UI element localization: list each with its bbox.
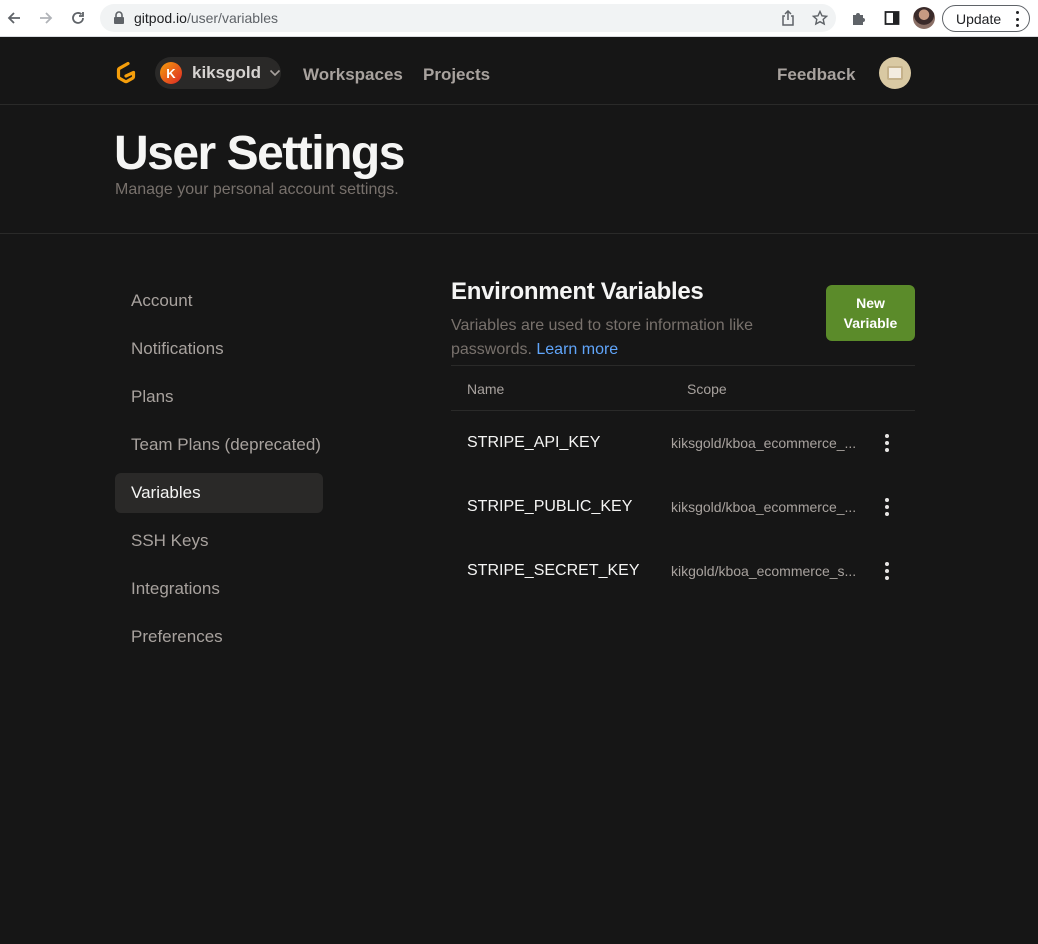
sidebar-item-preferences[interactable]: Preferences [115,617,323,657]
browser-profile-avatar[interactable] [913,7,935,29]
url-text: gitpod.io/user/variables [134,10,278,26]
nav-projects[interactable]: Projects [423,65,490,85]
variable-name: STRIPE_PUBLIC_KEY [467,498,633,515]
new-variable-label-line1: New [856,295,885,311]
page-header: User Settings Manage your personal accou… [0,106,1038,234]
page-title: User Settings [114,127,405,180]
variable-scope: kiksgold/kboa_ecommerce_... [671,499,857,515]
learn-more-link[interactable]: Learn more [536,341,618,358]
variable-name: STRIPE_SECRET_KEY [467,562,640,579]
reload-icon[interactable] [66,6,90,30]
sidebar-item-ssh-keys[interactable]: SSH Keys [115,521,323,561]
table-row: STRIPE_PUBLIC_KEY kiksgold/kboa_ecommerc… [451,475,915,539]
nav-workspaces[interactable]: Workspaces [303,65,403,85]
org-name: kiksgold [192,63,261,82]
settings-sidebar: Account Notifications Plans Team Plans (… [115,281,323,665]
forward-arrow-icon[interactable] [34,6,58,30]
column-header-scope: Scope [687,381,727,397]
table-row: STRIPE_SECRET_KEY kikgold/kboa_ecommerce… [451,539,915,603]
sidebar-item-account[interactable]: Account [115,281,323,321]
browser-toolbar: gitpod.io/user/variables Update [0,0,1038,37]
variables-section: Environment Variables Variables are used… [451,278,915,580]
lock-icon[interactable] [110,9,128,27]
update-label: Update [956,10,1002,27]
nav-feedback[interactable]: Feedback [777,65,855,85]
kebab-menu-icon[interactable] [883,431,891,455]
sidebar-item-integrations[interactable]: Integrations [115,569,323,609]
address-bar[interactable]: gitpod.io/user/variables [100,4,836,32]
sidebar-item-notifications[interactable]: Notifications [115,329,323,369]
variable-scope: kikgold/kboa_ecommerce_s... [671,563,857,579]
kebab-menu-icon[interactable] [883,495,891,519]
star-icon[interactable] [811,9,829,27]
section-description: Variables are used to store information … [451,314,781,362]
sidebar-item-plans[interactable]: Plans [115,377,323,417]
browser-menu-icon [1015,11,1019,27]
back-arrow-icon[interactable] [2,6,26,30]
sidepanel-icon[interactable] [881,7,903,29]
org-switcher[interactable]: K kiksgold [155,57,281,89]
share-icon[interactable] [779,9,797,27]
org-avatar: K [160,62,182,84]
gitpod-logo-icon[interactable] [114,60,138,86]
avatar-image [887,66,903,80]
variable-name: STRIPE_API_KEY [467,434,601,451]
table-row: STRIPE_API_KEY kiksgold/kboa_ecommerce_.… [451,411,915,475]
url-path: /user/variables [186,10,278,26]
url-host: gitpod.io [134,10,187,26]
browser-update-button[interactable]: Update [942,5,1030,32]
column-header-name: Name [467,381,505,397]
variables-table: Name Scope STRIPE_API_KEY kiksgold/kboa_… [451,365,915,603]
kebab-menu-icon[interactable] [883,559,891,583]
sidebar-item-variables[interactable]: Variables [115,473,323,513]
new-variable-button[interactable]: New Variable [826,285,915,341]
puzzle-icon[interactable] [848,7,870,29]
user-avatar[interactable] [879,57,911,89]
new-variable-label-line2: Variable [843,315,898,331]
sidebar-item-team-plans[interactable]: Team Plans (deprecated) [115,425,323,465]
table-header: Name Scope [451,365,915,411]
app-header: K kiksgold Workspaces Projects Feedback [0,37,1038,105]
variable-scope: kiksgold/kboa_ecommerce_... [671,435,857,451]
chevron-down-icon [269,64,281,82]
page-subtitle: Manage your personal account settings. [115,181,399,198]
